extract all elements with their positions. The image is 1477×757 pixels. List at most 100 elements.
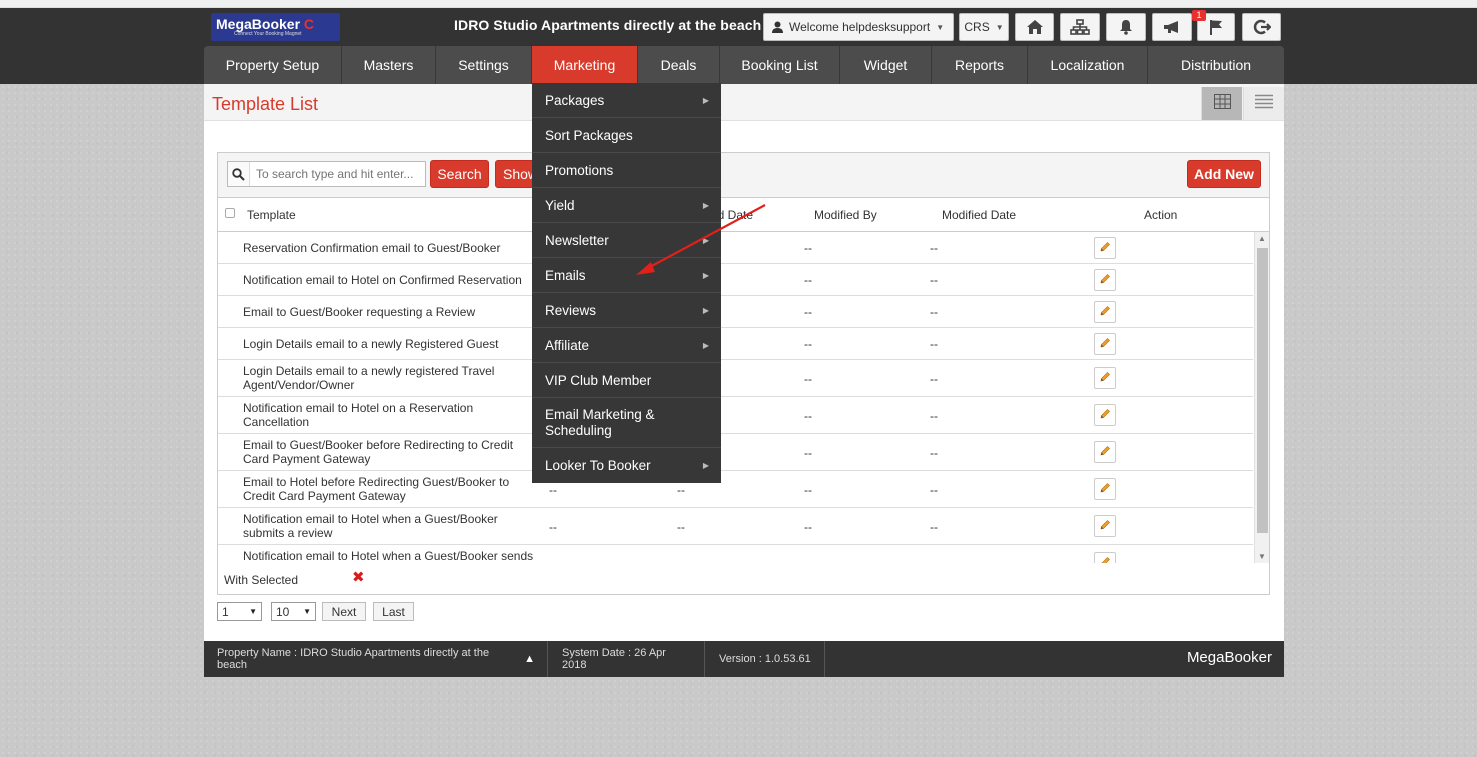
modified-date-cell: -- (930, 446, 938, 460)
modified-by-cell: -- (804, 241, 812, 255)
footer-version: Version : 1.0.53.61 (706, 641, 825, 677)
last-page-button[interactable]: Last (373, 602, 414, 621)
scroll-thumb[interactable] (1257, 248, 1268, 533)
welcome-label: Welcome helpdesksupport (789, 20, 931, 34)
home-button[interactable] (1015, 13, 1054, 41)
column-template[interactable]: Template (247, 208, 296, 222)
modified-date-cell: -- (930, 409, 938, 423)
list-view-button[interactable] (1243, 87, 1284, 120)
edit-button[interactable] (1094, 237, 1116, 259)
announcements-button[interactable] (1152, 13, 1192, 41)
megabooker-logo[interactable]: MegaBooker C Connect Your Booking Magnet (211, 13, 340, 41)
welcome-user-dropdown[interactable]: Welcome helpdesksupport ▼ (763, 13, 954, 41)
select-all-checkbox[interactable] (225, 208, 235, 218)
sitemap-button[interactable] (1060, 13, 1100, 41)
nav-distribution[interactable]: Distribution (1148, 46, 1284, 84)
edit-button[interactable] (1094, 478, 1116, 500)
table-row[interactable]: Notification email to Hotel on a Reserva… (218, 397, 1253, 434)
edit-button[interactable] (1094, 301, 1116, 323)
created-by-cell: -- (549, 557, 557, 563)
nav-reports[interactable]: Reports (932, 46, 1028, 84)
table-toolbar: Search Show Add New (218, 153, 1269, 198)
page-select[interactable]: 1 ▼ (217, 602, 262, 621)
menu-item-label: Email Marketing & Scheduling (545, 406, 655, 438)
scroll-down-icon[interactable]: ▼ (1258, 552, 1266, 561)
page-titlebar: Template List (204, 84, 1284, 121)
modified-date-cell: -- (930, 483, 938, 497)
chevron-down-icon: ▼ (249, 607, 257, 616)
table-row[interactable]: Notification email to Hotel when a Guest… (218, 545, 1253, 563)
edit-button[interactable] (1094, 333, 1116, 355)
template-name: Email to Guest/Booker requesting a Revie… (243, 305, 476, 319)
nav-property-setup[interactable]: Property Setup (204, 46, 342, 84)
page-size-select[interactable]: 10 ▼ (271, 602, 316, 621)
modified-by-cell: -- (804, 305, 812, 319)
sitemap-icon (1070, 18, 1090, 36)
nav-booking-list[interactable]: Booking List (720, 46, 840, 84)
menu-item-email-marketing-scheduling[interactable]: Email Marketing & Scheduling (532, 398, 721, 448)
table-row[interactable]: Email to Guest/Booker requesting a Revie… (218, 296, 1253, 328)
table-body: Reservation Confirmation email to Guest/… (218, 232, 1253, 563)
table-row[interactable]: Notification email to Hotel when a Guest… (218, 508, 1253, 545)
modified-by-cell: -- (804, 409, 812, 423)
notifications-button[interactable] (1106, 13, 1146, 41)
menu-item-vip-club-member[interactable]: VIP Club Member (532, 363, 721, 398)
next-page-button[interactable]: Next (322, 602, 366, 621)
menu-item-reviews[interactable]: Reviews ▶ (532, 293, 721, 328)
column-modified-by[interactable]: Modified By (814, 208, 877, 222)
table-row[interactable]: Email to Guest/Booker before Redirecting… (218, 434, 1253, 471)
edit-button[interactable] (1094, 441, 1116, 463)
modified-by-cell: -- (804, 337, 812, 351)
chevron-right-icon: ▶ (702, 305, 709, 315)
edit-button[interactable] (1094, 269, 1116, 291)
scroll-up-icon[interactable]: ▲ (1258, 234, 1266, 243)
edit-button[interactable] (1094, 552, 1116, 563)
menu-item-emails[interactable]: Emails ▶ (532, 258, 721, 293)
logo-mark-icon: C (303, 16, 315, 32)
search-button[interactable]: Search (430, 160, 489, 188)
chevron-down-icon: ▼ (995, 22, 1004, 32)
search-input[interactable] (250, 167, 422, 181)
footer-brand: MegaBooker (1186, 649, 1272, 666)
menu-item-looker-to-booker[interactable]: Looker To Booker ▶ (532, 448, 721, 483)
menu-item-newsletter[interactable]: Newsletter ▶ (532, 223, 721, 258)
edit-button[interactable] (1094, 367, 1116, 389)
table-scrollbar[interactable]: ▲ ▼ (1254, 232, 1269, 563)
nav-settings[interactable]: Settings (436, 46, 532, 84)
menu-item-packages[interactable]: Packages ▶ (532, 83, 721, 118)
logout-button[interactable] (1242, 13, 1281, 41)
column-modified-date[interactable]: Modified Date (942, 208, 1016, 222)
nav-deals[interactable]: Deals (638, 46, 720, 84)
chevron-right-icon: ▶ (702, 95, 709, 105)
template-name: Notification email to Hotel when a Guest… (243, 512, 498, 540)
delete-selected-icon[interactable]: ✖ (352, 568, 365, 586)
menu-item-affiliate[interactable]: Affiliate ▶ (532, 328, 721, 363)
footer-property[interactable]: Property Name : IDRO Studio Apartments d… (204, 641, 548, 677)
menu-item-sort-packages[interactable]: Sort Packages (532, 118, 721, 153)
search-box (227, 161, 426, 187)
nav-widget[interactable]: Widget (840, 46, 932, 84)
chevron-right-icon: ▶ (702, 340, 709, 350)
nav-masters[interactable]: Masters (342, 46, 436, 84)
table-row[interactable]: Notification email to Hotel on Confirmed… (218, 264, 1253, 296)
table-row[interactable]: Reservation Confirmation email to Guest/… (218, 232, 1253, 264)
menu-item-label: Sort Packages (545, 127, 633, 143)
modified-date-cell: -- (930, 241, 938, 255)
chevron-right-icon: ▶ (702, 200, 709, 210)
menu-item-promotions[interactable]: Promotions (532, 153, 721, 188)
nav-marketing[interactable]: Marketing (532, 46, 638, 84)
menu-item-label: Emails (545, 267, 586, 283)
pencil-icon (1099, 337, 1111, 352)
table-row[interactable]: Login Details email to a newly registere… (218, 360, 1253, 397)
nav-localization[interactable]: Localization (1028, 46, 1148, 84)
edit-button[interactable] (1094, 404, 1116, 426)
add-new-button[interactable]: Add New (1187, 160, 1261, 188)
table-row[interactable]: Email to Hotel before Redirecting Guest/… (218, 471, 1253, 508)
grid-view-button[interactable] (1201, 87, 1242, 120)
table-row[interactable]: Login Details email to a newly Registere… (218, 328, 1253, 360)
edit-button[interactable] (1094, 515, 1116, 537)
menu-item-label: VIP Club Member (545, 372, 652, 388)
menu-item-yield[interactable]: Yield ▶ (532, 188, 721, 223)
template-name: Notification email to Hotel when a Guest… (243, 549, 534, 563)
crs-dropdown[interactable]: CRS ▼ (959, 13, 1009, 41)
